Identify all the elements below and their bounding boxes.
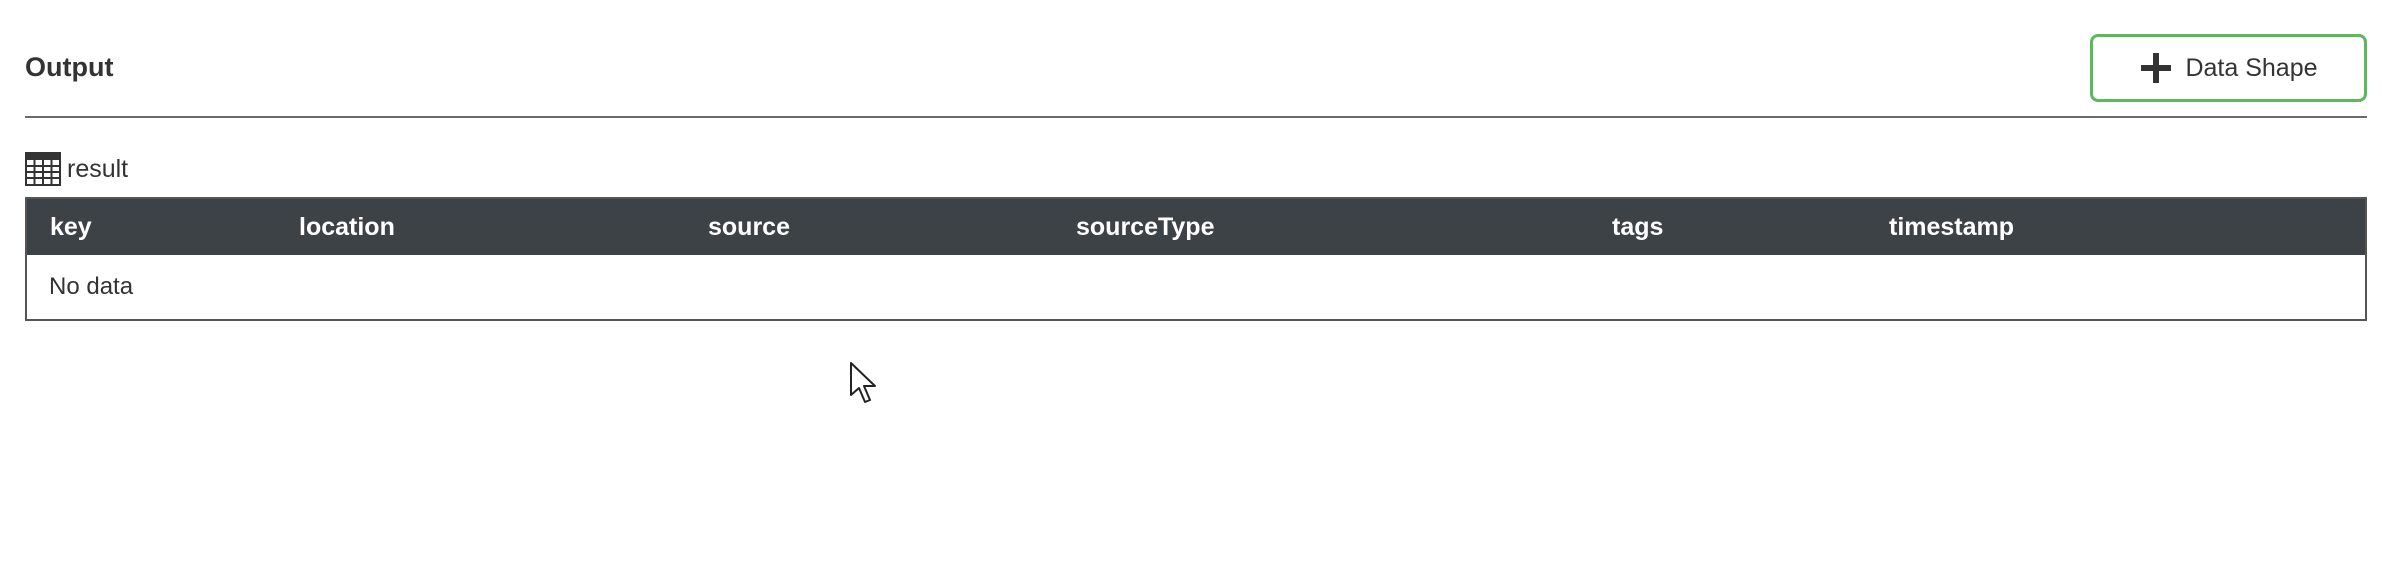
result-label: result [67,154,129,183]
table-body: No data [27,255,2365,319]
column-header-location[interactable]: location [299,199,395,255]
add-data-shape-label: Data Shape [2185,53,2318,82]
column-header-timestamp[interactable]: timestamp [1889,199,2014,255]
add-data-shape-button[interactable]: Data Shape [2090,34,2367,102]
output-section-header: Output Data Shape [25,30,2367,118]
result-table: key location source sourceType tags time… [25,197,2367,321]
table-header-row: key location source sourceType tags time… [27,199,2365,255]
empty-message: No data [49,273,134,300]
column-header-tags[interactable]: tags [1612,199,1663,255]
table-icon [25,152,61,186]
column-header-key[interactable]: key [50,199,92,255]
result-caption: result [25,152,128,186]
column-header-sourcetype[interactable]: sourceType [1076,199,1214,255]
output-title: Output [25,52,114,82]
mouse-cursor-icon [849,361,879,405]
plus-icon [2139,51,2173,85]
column-header-source[interactable]: source [708,199,790,255]
